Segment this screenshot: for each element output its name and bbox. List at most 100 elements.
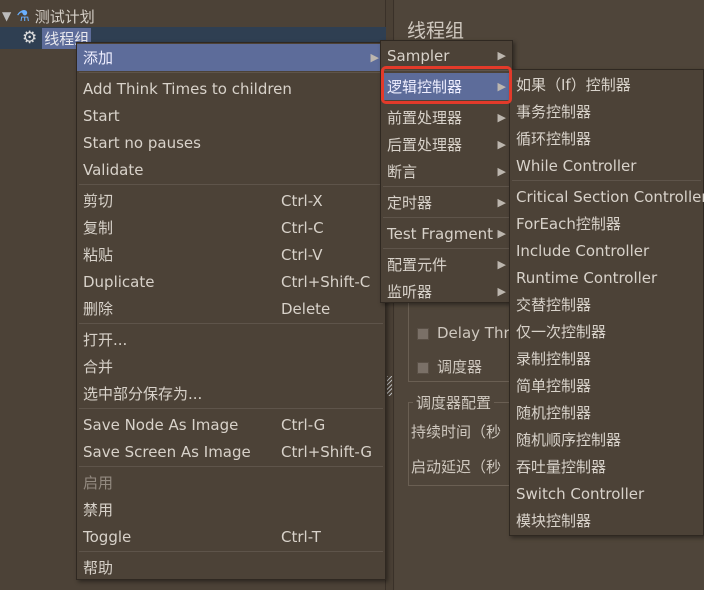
menu-separator	[79, 551, 383, 552]
submenu-arrow-icon: ▶	[497, 138, 506, 151]
menu-item[interactable]: Toggle Ctrl-T	[77, 523, 385, 550]
menu-item-label: Start	[83, 106, 120, 125]
tree-node-label: 测试计划	[34, 7, 95, 26]
menu-item-shortcut: Ctrl+Shift-C	[281, 272, 371, 291]
menu-separator	[79, 184, 383, 185]
menu-item[interactable]: 启用	[77, 469, 385, 496]
menu-item-label: 随机控制器	[516, 404, 592, 422]
menu-item-shortcut: Ctrl-G	[281, 415, 326, 434]
menu-item-label: 简单控制器	[516, 377, 592, 395]
startup-delay-label: 启动延迟（秒	[411, 458, 502, 476]
menu-item-label: 删除	[83, 300, 114, 318]
menu-item[interactable]: 删除 Delete	[77, 295, 385, 322]
menu-separator	[79, 72, 383, 73]
menu-item[interactable]: 粘贴 Ctrl-V	[77, 241, 385, 268]
menu-item-label: 录制控制器	[516, 350, 592, 368]
menu-item-label: Start no pauses	[83, 133, 201, 152]
menu-item[interactable]: Sampler ▶	[381, 42, 512, 69]
menu-item-label: 断言	[387, 163, 418, 181]
menu-item[interactable]: 交替控制器	[510, 291, 703, 318]
menu-item[interactable]: 选中部分保存为...	[77, 380, 385, 407]
menu-item-label: 复制	[83, 219, 114, 237]
menu-item-label: 启用	[83, 474, 114, 492]
menu-item[interactable]: Save Node As Image Ctrl-G	[77, 411, 385, 438]
expand-triangle-icon[interactable]: ▼	[2, 9, 11, 23]
menu-item[interactable]: Include Controller	[510, 237, 703, 264]
menu-item[interactable]: Start	[77, 102, 385, 129]
submenu-arrow-icon: ▶	[497, 258, 506, 271]
duration-label: 持续时间（秒	[411, 423, 502, 441]
menu-item[interactable]: 随机顺序控制器	[510, 426, 703, 453]
menu-item[interactable]: Switch Controller	[510, 480, 703, 507]
flask-icon: ⚗	[16, 7, 30, 25]
menu-item[interactable]: 模块控制器	[510, 507, 703, 534]
menu-item-label: Switch Controller	[516, 484, 645, 503]
menu-item[interactable]: 循环控制器	[510, 125, 703, 152]
menu-separator	[383, 217, 510, 218]
menu-item-shortcut: Ctrl+Shift-G	[281, 442, 372, 461]
menu-item[interactable]: 帮助	[77, 554, 385, 581]
menu-item[interactable]: 定时器 ▶	[381, 189, 512, 216]
menu-item[interactable]: ForEach控制器	[510, 210, 703, 237]
menu-item-label: While Controller	[516, 156, 637, 175]
menu-item[interactable]: 仅一次控制器	[510, 318, 703, 345]
menu-item[interactable]: Save Screen As Image Ctrl+Shift-G	[77, 438, 385, 465]
menu-item-shortcut: Ctrl-V	[281, 245, 323, 264]
menu-item-label: 仅一次控制器	[516, 323, 607, 341]
menu-item[interactable]: 吞吐量控制器	[510, 453, 703, 480]
menu-item-shortcut: Ctrl-C	[281, 218, 324, 237]
menu-item[interactable]: 添加 ▶	[77, 44, 385, 71]
menu-separator	[512, 180, 701, 181]
menu-item[interactable]: 剪切 Ctrl-X	[77, 187, 385, 214]
checkbox-label: 调度器	[437, 358, 483, 376]
menu-item[interactable]: 前置处理器 ▶	[381, 104, 512, 131]
menu-item-label: 后置处理器	[387, 136, 463, 154]
menu-item-label: 添加	[83, 49, 114, 67]
menu-item[interactable]: While Controller	[510, 152, 703, 179]
menu-item[interactable]: 断言 ▶	[381, 158, 512, 185]
gear-icon: ⚙	[22, 28, 38, 48]
menu-item[interactable]: 如果（If）控制器	[510, 71, 703, 98]
menu-item[interactable]: 后置处理器 ▶	[381, 131, 512, 158]
menu-item[interactable]: 禁用	[77, 496, 385, 523]
menu-item[interactable]: Start no pauses	[77, 129, 385, 156]
menu-item[interactable]: 合并	[77, 353, 385, 380]
annotation-highlight-box	[381, 66, 512, 104]
menu-item[interactable]: 录制控制器	[510, 345, 703, 372]
menu-item[interactable]: Duplicate Ctrl+Shift-C	[77, 268, 385, 295]
menu-separator	[383, 186, 510, 187]
menu-item[interactable]: 监听器 ▶	[381, 278, 512, 305]
menu-item[interactable]: 打开...	[77, 326, 385, 353]
tree-node-test-plan[interactable]: ▼ ⚗ 测试计划	[2, 5, 95, 27]
page-title: 线程组	[407, 20, 465, 42]
menu-item[interactable]: 事务控制器	[510, 98, 703, 125]
menu-item-label: 循环控制器	[516, 130, 592, 148]
menu-item[interactable]: 配置元件 ▶	[381, 251, 512, 278]
menu-item[interactable]: Validate	[77, 156, 385, 183]
logic-controller-submenu: 如果（If）控制器事务控制器循环控制器 While Controller Criti…	[509, 69, 704, 536]
menu-item-label: Include Controller	[516, 241, 650, 260]
menu-item-label: 交替控制器	[516, 296, 592, 314]
menu-separator	[79, 323, 383, 324]
menu-item-label: 禁用	[83, 501, 114, 519]
menu-item-label: Runtime Controller	[516, 268, 658, 287]
menu-item[interactable]: 随机控制器	[510, 399, 703, 426]
menu-item[interactable]: 复制 Ctrl-C	[77, 214, 385, 241]
menu-item[interactable]: Add Think Times to children	[77, 75, 385, 102]
menu-item[interactable]: Critical Section Controller	[510, 183, 704, 210]
menu-item-label: Save Screen As Image	[83, 442, 251, 461]
menu-item-label: Toggle	[83, 527, 132, 546]
splitter-grip-icon[interactable]	[387, 376, 392, 396]
menu-item-label: 随机顺序控制器	[516, 431, 622, 449]
menu-item-label: 事务控制器	[516, 103, 592, 121]
menu-item[interactable]: Runtime Controller	[510, 264, 703, 291]
submenu-arrow-icon: ▶	[497, 196, 506, 209]
menu-item-shortcut: Delete	[281, 299, 331, 318]
delay-thread-checkbox[interactable]: Delay Thre	[417, 324, 519, 342]
menu-item-label: 定时器	[387, 194, 433, 212]
menu-item-label: 打开...	[83, 331, 128, 349]
menu-item[interactable]: 简单控制器	[510, 372, 703, 399]
menu-item-label: Validate	[83, 160, 144, 179]
menu-item[interactable]: Test Fragment ▶	[381, 220, 512, 247]
scheduler-checkbox[interactable]: 调度器	[417, 356, 482, 377]
